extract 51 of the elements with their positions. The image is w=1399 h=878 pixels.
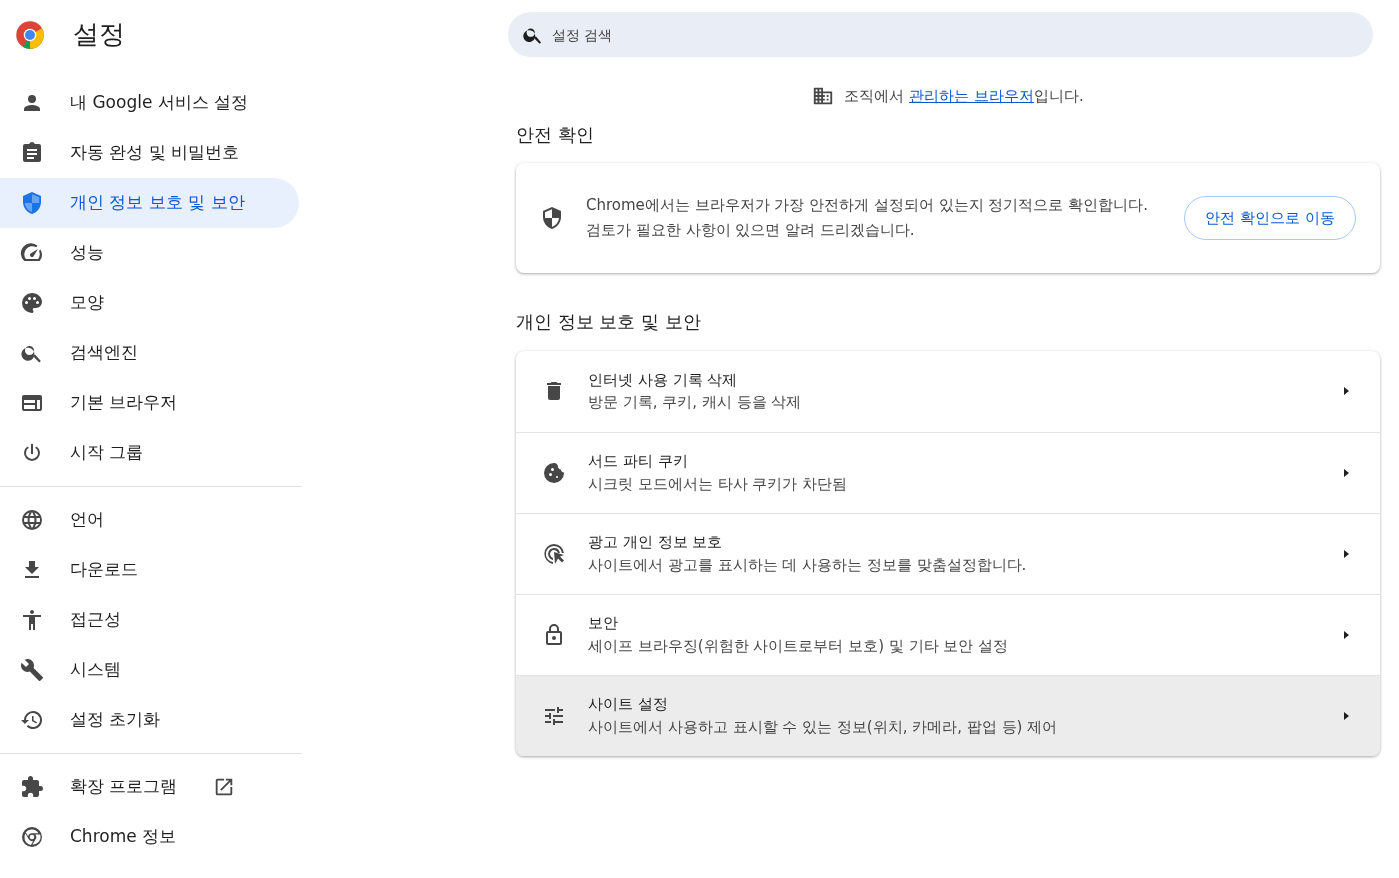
clipboard-icon <box>20 141 44 165</box>
settings-row[interactable]: 사이트 설정 사이트에서 사용하고 표시할 수 있는 정보(위치, 카메라, 팝업 등) 제어 <box>516 674 1380 756</box>
palette-icon <box>20 291 44 315</box>
sidebar-item[interactable]: 확장 프로그램 <box>0 762 299 812</box>
sidebar-item[interactable]: 성능 <box>0 228 299 278</box>
globe-icon <box>20 508 44 532</box>
sidebar-item[interactable]: 다운로드 <box>0 545 299 595</box>
section-heading: 개인 정보 보호 및 보안 <box>516 311 702 333</box>
page-title: 설정 <box>73 19 125 51</box>
managed-browser-notice: 조직에서 관리하는 브라우저입니다. <box>844 86 1084 107</box>
accessibility-icon <box>20 608 44 632</box>
puzzle-piece-icon <box>20 775 44 799</box>
row-description: 세이프 브라우징(위험한 사이트로부터 보호) 및 기타 보안 설정 <box>588 635 1010 657</box>
row-description: 사이트에서 광고를 표시하는 데 사용하는 정보를 맞춤설정합니다. <box>588 554 1028 576</box>
history-icon <box>20 708 44 732</box>
sidebar-item[interactable]: 내 Google 서비스 설정 <box>0 78 299 128</box>
sidebar-item[interactable]: Chrome 정보 <box>0 812 299 862</box>
row-description: 시크릿 모드에서는 타사 쿠키가 차단됨 <box>588 473 849 495</box>
cookie-icon <box>542 460 566 485</box>
safety-check-button[interactable]: 안전 확인으로 이동 <box>1184 195 1356 241</box>
row-title: 인터넷 사용 기록 삭제 <box>588 369 739 391</box>
sidebar-item[interactable]: 개인 정보 보호 및 보안 <box>0 178 299 228</box>
sidebar-item[interactable]: 접근성 <box>0 595 299 645</box>
row-title: 서드 파티 쿠키 <box>588 451 689 473</box>
chrome-logo <box>15 20 45 50</box>
search-field[interactable]: 설정 검색 <box>508 12 1373 57</box>
row-description: 사이트에서 사용하고 표시할 수 있는 정보(위치, 카메라, 팝업 등) 제어 <box>588 716 1059 738</box>
sidebar-item[interactable]: 검색엔진 <box>0 328 299 378</box>
sidebar-item[interactable]: 모양 <box>0 278 299 328</box>
row-description: 방문 기록, 쿠키, 캐시 등을 삭제 <box>588 392 803 414</box>
row-title: 광고 개인 정보 보호 <box>588 532 724 554</box>
safety-check-description: Chrome에서는 브라우저가 가장 안전하게 설정되어 있는지 정기적으로 확인합니다. 검토가 필요한 사항이 있으면 알려 드리겠습니다. <box>586 195 1149 242</box>
target-cursor-icon <box>542 541 566 566</box>
shield-icon <box>540 206 564 231</box>
sidebar-item[interactable]: 설정 초기화 <box>0 695 299 745</box>
row-title: 보안 <box>588 613 619 635</box>
settings-row[interactable]: 광고 개인 정보 보호 사이트에서 광고를 표시하는 데 사용하는 정보를 맞춤설정합니다. <box>516 512 1380 594</box>
sidebar-item[interactable]: 자동 완성 및 비밀번호 <box>0 128 299 178</box>
sidebar-item[interactable]: 시작 그룹 <box>0 428 299 478</box>
wrench-icon <box>20 658 44 682</box>
settings-row[interactable]: 서드 파티 쿠키 시크릿 모드에서는 타사 쿠키가 차단됨 <box>516 431 1380 513</box>
settings-row[interactable]: 보안 세이프 브라우징(위험한 사이트로부터 보호) 및 기타 보안 설정 <box>516 593 1380 675</box>
sidebar-item[interactable]: 기본 브라우저 <box>0 378 299 428</box>
shield-icon <box>20 191 44 215</box>
section-heading: 안전 확인 <box>516 123 595 146</box>
managed-browser-link[interactable]: 관리하는 브라우저 <box>909 87 1034 105</box>
sidebar-item[interactable]: 시스템 <box>0 645 299 695</box>
sidebar-item[interactable]: 언어 <box>0 495 299 545</box>
chrome-outline-icon <box>20 825 44 849</box>
settings-row[interactable]: 인터넷 사용 기록 삭제 방문 기록, 쿠키, 캐시 등을 삭제 <box>516 350 1380 432</box>
row-title: 사이트 설정 <box>588 694 669 716</box>
